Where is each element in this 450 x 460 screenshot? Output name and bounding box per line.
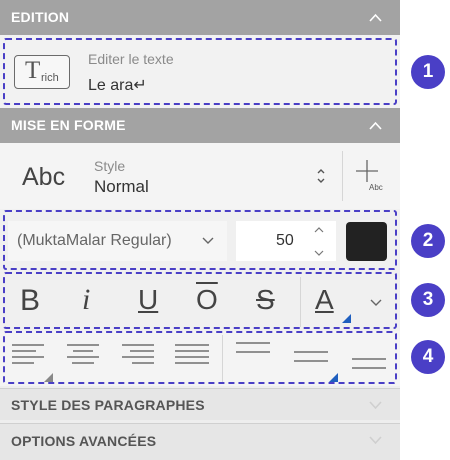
style-preview: Abc — [22, 163, 66, 191]
section-header-edition[interactable]: EDITION — [0, 0, 400, 35]
section-title: MISE EN FORME — [11, 117, 126, 133]
align-justify-icon[interactable] — [175, 343, 209, 367]
font-row: (MuktaMalar Regular) 50 — [0, 209, 400, 271]
corner-marker-icon — [342, 314, 351, 323]
chevron-up-icon — [369, 121, 382, 130]
chevron-up-icon — [369, 13, 382, 22]
plus-icon — [356, 160, 378, 182]
font-family-value: (MuktaMalar Regular) — [17, 232, 172, 249]
chevron-down-icon — [369, 401, 382, 410]
align-right-icon[interactable] — [120, 343, 154, 367]
underline-button[interactable]: U — [138, 284, 158, 316]
stepper-up-icon[interactable] — [314, 227, 324, 233]
style-row: Abc Style Normal Abc — [0, 143, 400, 209]
chevron-down-icon — [202, 237, 214, 244]
bold-button[interactable]: B — [20, 284, 40, 318]
font-size-input[interactable]: 50 — [236, 221, 336, 261]
section-title: EDITION — [11, 9, 70, 25]
font-size-value: 50 — [276, 232, 294, 249]
strikethrough-button[interactable]: S — [256, 284, 275, 316]
section-header-options-avancees[interactable]: OPTIONS AVANCÉES — [0, 423, 400, 460]
edit-text-label: Editer le texte — [88, 51, 174, 67]
edit-text-row: T rich Editer le texte Le ara↵ — [0, 35, 400, 108]
overline-button[interactable]: O — [196, 284, 218, 316]
align-left-icon[interactable] — [12, 343, 46, 367]
add-style-sub: Abc — [369, 183, 383, 192]
valign-middle-icon[interactable] — [294, 350, 328, 364]
format-row: B i U O S A — [0, 271, 400, 331]
valign-bottom-icon[interactable] — [352, 357, 386, 371]
callout-badge-4: 4 — [411, 340, 445, 374]
text-case-button[interactable]: A — [301, 271, 351, 331]
chevron-down-icon[interactable] — [370, 299, 382, 307]
divider — [222, 335, 223, 383]
edit-text-value[interactable]: Le ara↵ — [88, 75, 147, 95]
chevron-down-icon — [369, 436, 382, 445]
alignment-row — [0, 331, 400, 386]
callout-badge-3: 3 — [411, 283, 445, 317]
font-color-swatch[interactable] — [346, 222, 387, 261]
section-header-mise-en-forme[interactable]: MISE EN FORME — [0, 108, 400, 143]
updown-chevron-icon — [317, 169, 325, 183]
callout-badge-2: 2 — [411, 224, 445, 258]
style-label: Style — [94, 158, 126, 174]
callout-badge-1: 1 — [411, 55, 445, 89]
style-value: Normal — [94, 177, 149, 196]
text-properties-panel: EDITION T rich Editer le texte Le ara↵ M… — [0, 0, 400, 460]
style-select[interactable]: Abc Style Normal — [0, 143, 342, 209]
corner-marker-icon — [329, 373, 338, 382]
section-header-style-des-paragraphes[interactable]: STYLE DES PARAGRAPHES — [0, 388, 400, 420]
corner-marker-icon — [44, 373, 53, 382]
section-title: OPTIONS AVANCÉES — [11, 433, 157, 449]
add-style-button[interactable]: Abc — [343, 143, 400, 209]
stepper-down-icon[interactable] — [314, 250, 324, 256]
rich-text-icon[interactable]: T rich — [14, 55, 70, 89]
section-title: STYLE DES PARAGRAPHES — [11, 397, 205, 413]
font-family-select[interactable]: (MuktaMalar Regular) — [8, 221, 227, 261]
align-center-icon[interactable] — [66, 343, 100, 367]
valign-top-icon[interactable] — [236, 341, 270, 355]
italic-button[interactable]: i — [82, 283, 90, 317]
